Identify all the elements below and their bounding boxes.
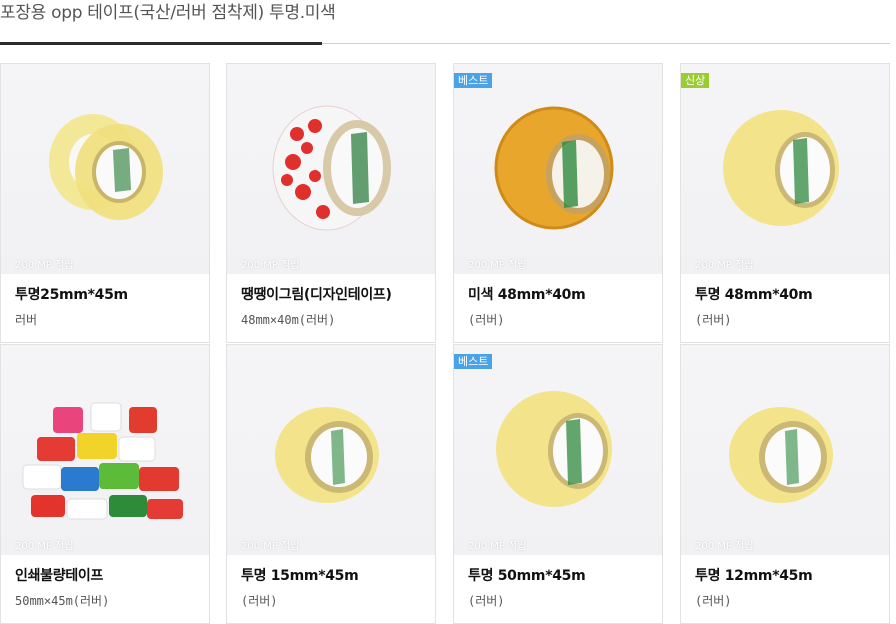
product-name[interactable]: 투명25mm*45m (15, 284, 128, 304)
product-spec: (러버) (695, 594, 732, 608)
clear-tape-narrow-image (275, 407, 379, 503)
product-card[interactable]: 200 MP 적립 인쇄불량테이프 50mm×45m(러버) (0, 344, 210, 624)
points-label: 200 MP 적립 (468, 541, 527, 552)
product-card[interactable]: 200 MP 적립 땡땡이그림(디자인테이프) 48mm×40m(러버) (226, 63, 436, 343)
product-card[interactable]: 신상 200 MP 적립 투명 48mm*40m (러버) (680, 63, 890, 343)
page-header: 포장용 opp 테이프(국산/러버 점착제) 투명.미색 (0, 0, 896, 45)
best-badge: 베스트 (454, 354, 493, 369)
product-spec: 50mm×45m(러버) (15, 594, 110, 608)
best-badge: 베스트 (454, 73, 493, 88)
product-spec: (러버) (241, 594, 278, 608)
printed-tape-stack-image (22, 402, 183, 520)
points-label: 200 MP 적립 (241, 541, 300, 552)
product-name[interactable]: 투명 15mm*45m (241, 565, 359, 585)
product-image[interactable]: 200 MP 적립 (1, 345, 209, 555)
points-label: 200 MP 적립 (695, 260, 754, 271)
active-tab-underline (0, 42, 322, 45)
product-name[interactable]: 투명 12mm*45m (695, 565, 813, 585)
product-image[interactable]: 신상 200 MP 적립 (681, 64, 889, 274)
product-image[interactable]: 200 MP 적립 (681, 345, 889, 555)
product-spec: 러버 (15, 313, 38, 327)
product-image[interactable]: 베스트 200 MP 적립 (454, 64, 662, 274)
product-name[interactable]: 인쇄불량테이프 (15, 565, 103, 585)
points-label: 200 MP 적립 (241, 260, 300, 271)
points-label: 200 MP 적립 (15, 260, 74, 271)
polka-dot-tape-image (272, 105, 391, 231)
clear-tape-wide-image (723, 110, 839, 226)
product-grid: 200 MP 적립 투명25mm*45m 러버 200 MP 적립 땡땡이그림(… (0, 63, 896, 624)
product-name[interactable]: 투명 48mm*40m (695, 284, 813, 304)
product-name[interactable]: 투명 50mm*45m (468, 565, 586, 585)
clear-tape-pair-image (49, 114, 163, 220)
product-image[interactable]: 베스트 200 MP 적립 (454, 345, 662, 555)
product-image[interactable]: 200 MP 적립 (1, 64, 209, 274)
product-card[interactable]: 베스트 200 MP 적립 미색 48mm*40m (러버) (453, 63, 663, 343)
clear-tape-narrow-image (729, 407, 833, 503)
product-spec: (러버) (468, 313, 505, 327)
product-name[interactable]: 땡땡이그림(디자인테이프) (241, 284, 392, 304)
product-spec: (러버) (468, 594, 505, 608)
points-label: 200 MP 적립 (695, 541, 754, 552)
new-badge: 신상 (681, 73, 710, 88)
product-image[interactable]: 200 MP 적립 (227, 345, 435, 555)
points-label: 200 MP 적립 (468, 260, 527, 271)
product-card[interactable]: 200 MP 적립 투명25mm*45m 러버 (0, 63, 210, 343)
product-card[interactable]: 200 MP 적립 투명 12mm*45m (러버) (680, 344, 890, 624)
product-spec: 48mm×40m(러버) (241, 313, 336, 327)
product-card[interactable]: 200 MP 적립 투명 15mm*45m (러버) (226, 344, 436, 624)
page-title: 포장용 opp 테이프(국산/러버 점착제) 투명.미색 (0, 3, 336, 23)
product-spec: (러버) (695, 313, 732, 327)
beige-tape-image (494, 106, 614, 230)
clear-tape-wide-image (496, 391, 612, 507)
product-card[interactable]: 베스트 200 MP 적립 투명 50mm*45m (러버) (453, 344, 663, 624)
product-name[interactable]: 미색 48mm*40m (468, 284, 586, 304)
product-image[interactable]: 200 MP 적립 (227, 64, 435, 274)
points-label: 200 MP 적립 (15, 541, 74, 552)
